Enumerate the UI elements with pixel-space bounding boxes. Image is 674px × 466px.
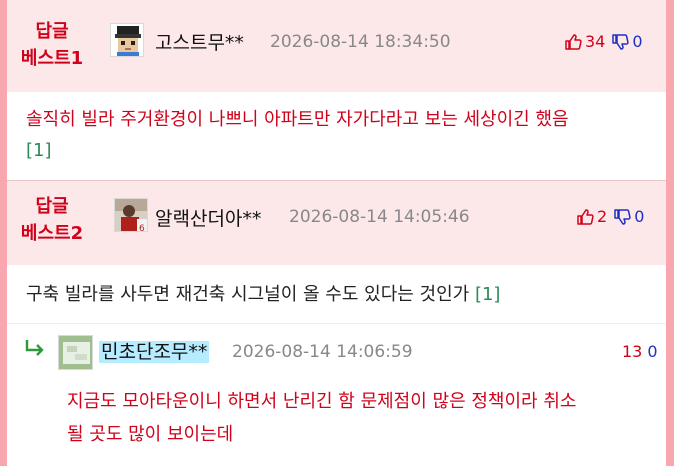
avatar[interactable]: 6 — [114, 198, 148, 232]
best-badge: 답글 베스트2 — [7, 193, 97, 247]
comment-text: 솔직히 빌라 주거환경이 나쁘니 아파트만 자가다라고 보는 세상이긴 했음 — [26, 109, 569, 130]
thumbs-up-icon[interactable] — [564, 33, 582, 51]
svg-text:6: 6 — [139, 224, 145, 232]
comment-date: 2026-08-14 14:06:59 — [232, 342, 413, 362]
vote-box: 13 0 — [622, 342, 658, 361]
reply-count-link[interactable]: [1] — [475, 284, 501, 305]
reply-count-link[interactable]: [1] — [26, 135, 52, 166]
avatar[interactable] — [110, 23, 144, 57]
nickname[interactable]: 고스트무** — [155, 28, 244, 55]
downvote-count[interactable]: 0 — [647, 342, 657, 361]
upvote-count[interactable]: 13 — [622, 342, 642, 361]
comment-text: 구축 빌라를 사두면 재건축 시그널이 올 수도 있다는 것인가 — [26, 284, 470, 305]
best-badge-line1: 답글 — [35, 196, 69, 217]
reply-body: 지금도 모아타운이니 하면서 난리긴 함 문제점이 많은 정책이라 취소 될 곳… — [7, 376, 666, 466]
best-badge-line2: 베스트2 — [20, 223, 84, 244]
comment-header: 답글 베스트2 6 알랙산더아** 2026-08-14 14:05:46 2 … — [7, 181, 666, 265]
thumbs-down-icon[interactable] — [613, 208, 631, 226]
nickname-highlight: 민초단조무** — [99, 341, 210, 363]
comment-list: 답글 베스트1 고스트무** 2026-08-14 18:34:50 34 0 … — [7, 0, 666, 466]
reply-header: 민초단조무** 2026-08-14 14:06:59 13 0 — [7, 324, 666, 376]
vote-box: 2 0 — [576, 207, 644, 226]
comment-body: 구축 빌라를 사두면 재건축 시그널이 올 수도 있다는 것인가 [1] — [7, 265, 666, 323]
vote-box: 34 0 — [564, 32, 643, 51]
nickname[interactable]: 민초단조무** — [99, 337, 210, 364]
downvote-count: 0 — [634, 207, 645, 226]
comment-body: 솔직히 빌라 주거환경이 나쁘니 아파트만 자가다라고 보는 세상이긴 했음 [… — [7, 92, 666, 180]
best-badge-line1: 답글 — [35, 21, 69, 42]
comment-text-line: 구축 빌라를 사두면 재건축 시그널이 올 수도 있다는 것인가 [1] — [26, 279, 500, 310]
thumbs-down-icon[interactable] — [611, 33, 630, 51]
upvote-count: 34 — [585, 32, 606, 51]
thumbs-up-icon[interactable] — [576, 208, 594, 226]
reply-text-line2: 될 곳도 많이 보이는데 — [67, 424, 234, 445]
comment-header: 답글 베스트1 고스트무** 2026-08-14 18:34:50 34 0 — [7, 0, 666, 92]
downvote-count: 0 — [632, 32, 643, 51]
nickname[interactable]: 알랙산더아** — [155, 204, 261, 231]
comment-date: 2026-08-14 14:05:46 — [289, 207, 470, 227]
upvote-count: 2 — [597, 207, 608, 226]
best-badge-line2: 베스트1 — [20, 48, 84, 69]
reply-text-line1: 지금도 모아타운이니 하면서 난리긴 함 문제점이 많은 정책이라 취소 — [67, 391, 577, 412]
avatar[interactable] — [58, 335, 93, 370]
best-badge: 답글 베스트1 — [7, 18, 97, 72]
reply-arrow-icon — [24, 338, 48, 358]
comment-date: 2026-08-14 18:34:50 — [270, 32, 451, 52]
